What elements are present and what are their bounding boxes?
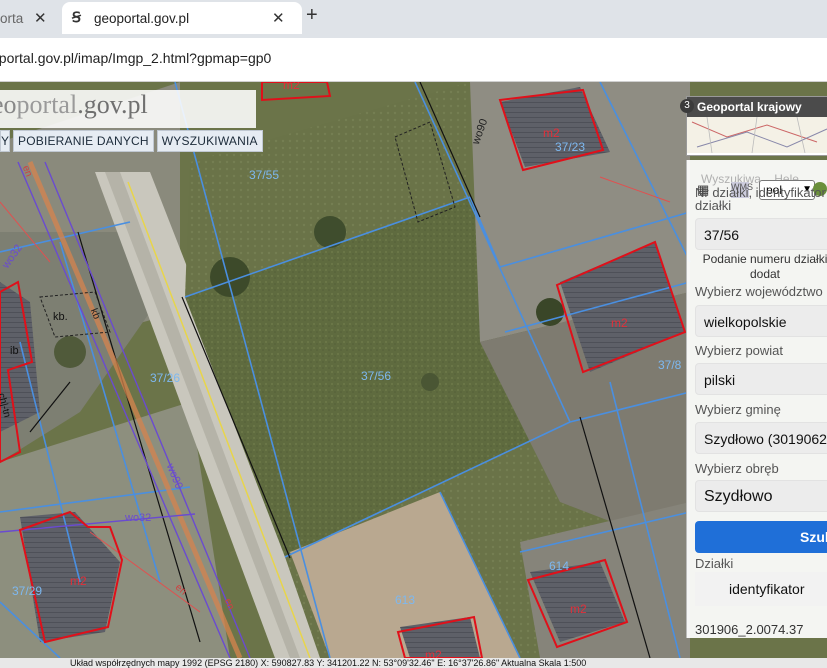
utility-label: ch|-tn	[0, 392, 13, 419]
main-menu: Y POBIERANIE DANYCH WYSZUKIWANIA	[0, 130, 263, 152]
parcel-label: 37/29	[12, 584, 43, 598]
overview-thumbnail	[687, 116, 827, 154]
parcel-label: 37/55	[249, 168, 280, 182]
precinct-select[interactable]: Szydłowo	[695, 480, 827, 512]
coordinates-status-bar: Układ współrzędnych mapy 1992 (EPSG 2180…	[0, 658, 827, 668]
results-column-header[interactable]: identyfikator▲▼	[695, 572, 827, 606]
utility-label: en	[19, 164, 35, 179]
tab-title: geoportal.gov.pl	[94, 10, 190, 26]
parcel-label: 37/26	[150, 371, 181, 385]
close-tab-icon[interactable]: ✕	[34, 9, 47, 27]
address-bar[interactable]: oportal.gov.pl/imap/Imgp_2.html?gpmap=gp…	[0, 38, 827, 82]
browser-tab-bar: ortal In ✕ Ꞩ geoportal.gov.pl ✕ +	[0, 0, 827, 38]
status-text: Układ współrzędnych mapy 1992 (EPSG 2180…	[70, 658, 587, 668]
utility-label: wo90	[163, 462, 185, 491]
building-label: m2	[543, 126, 560, 140]
logo-prefix: eo	[0, 90, 17, 119]
logo-suffix: .gov.pl	[77, 90, 148, 119]
parcel-id-input[interactable]: 37/56	[695, 218, 827, 250]
parcel-label: 37/8	[658, 358, 682, 372]
search-button[interactable]: Szuk	[695, 521, 827, 553]
logo-mid: portal	[16, 90, 78, 119]
geoportal-favicon-icon: Ꞩ	[72, 11, 81, 26]
browser-tab-inactive[interactable]: ortal In ✕	[0, 2, 56, 34]
building-label: kb.	[53, 311, 68, 323]
utility-label: en	[221, 597, 237, 612]
utility-label: wo32	[0, 242, 25, 271]
tab-title: ortal In	[0, 10, 24, 26]
results-row[interactable]: 301906_2.0074.37	[695, 622, 827, 637]
url-text: oportal.gov.pl/imap/Imgp_2.html?gpmap=gp…	[0, 50, 272, 66]
new-tab-button[interactable]: +	[306, 4, 318, 27]
parcel-label-selected: 37/56	[361, 369, 392, 383]
voivodeship-label: Wybierz województwo	[695, 284, 823, 299]
menu-item-search[interactable]: WYSZUKIWANIA	[156, 130, 263, 152]
parcel-note: Podanie numeru działki dodat	[702, 252, 827, 281]
building-label: m2	[283, 82, 300, 92]
building-label: m2	[425, 648, 442, 658]
menu-item-partial[interactable]: Y	[0, 130, 10, 152]
search-panel: Wyszukiwa... Hele ▦ WMS pol ▼ Nr działki,…	[686, 160, 827, 638]
building-label: m2	[611, 316, 628, 330]
parcel-label: 614	[549, 559, 570, 573]
commune-select[interactable]: Szydłowo (3019062)	[695, 422, 827, 454]
utility-label: wo90	[470, 117, 491, 147]
utility-label: kb	[87, 307, 102, 321]
precinct-label: Wybierz obręb	[695, 461, 779, 476]
voivodeship-select[interactable]: wielkopolskie	[695, 305, 827, 337]
parcel-field-label: Nr działki, identyfikator działki	[695, 185, 826, 213]
column-title: identyfikator	[729, 581, 805, 597]
results-label: Działki	[695, 556, 734, 571]
browser-tab-active[interactable]: Ꞩ geoportal.gov.pl ✕	[62, 2, 302, 34]
overview-badge: 3	[680, 99, 694, 113]
county-select[interactable]: pilski	[695, 363, 827, 395]
geoportal-logo[interactable]: eoportal.gov.pl	[0, 90, 256, 128]
overview-title: Geoportal krajowy	[687, 97, 827, 117]
utility-label: wo32	[125, 512, 152, 524]
close-tab-icon[interactable]: ✕	[272, 9, 285, 27]
building-label: m2	[70, 574, 87, 588]
county-label: Wybierz powiat	[695, 343, 784, 358]
parcel-label: 37/23	[555, 140, 586, 154]
overview-map[interactable]: 3 Geoportal krajowy	[680, 96, 827, 156]
menu-item-download-data[interactable]: POBIERANIE DANYCH	[13, 130, 154, 152]
building-label: m2	[570, 602, 587, 616]
utility-label: en	[172, 582, 189, 598]
building-label: ib	[10, 345, 19, 357]
commune-label: Wybierz gminę	[695, 402, 781, 417]
parcel-label: 613	[395, 593, 416, 607]
